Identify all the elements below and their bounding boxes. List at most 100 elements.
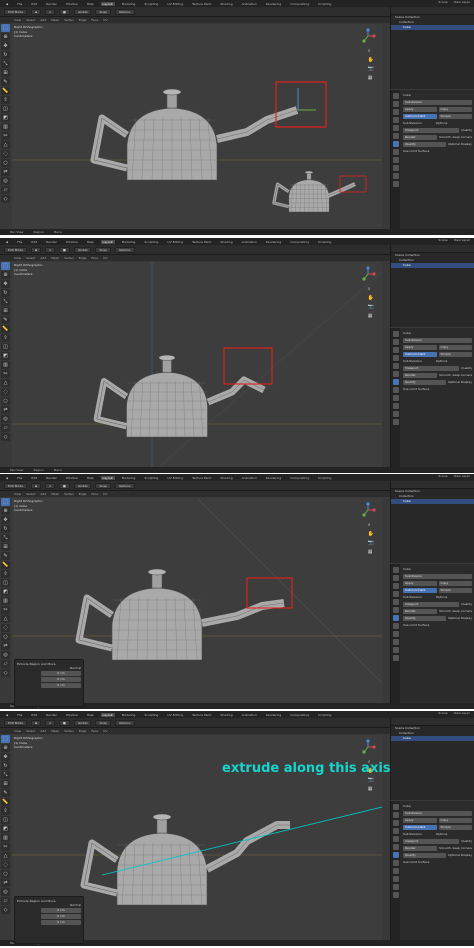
menu-uv[interactable]: UV	[103, 492, 107, 496]
loop-cut-icon[interactable]: ▥	[1, 361, 10, 369]
edge-select-icon[interactable]: ▫	[44, 719, 56, 726]
transform-icon[interactable]: ⊞	[1, 543, 10, 551]
mode-selector[interactable]: Edit Mode	[4, 246, 27, 253]
quality-field[interactable]: Quality	[403, 379, 447, 385]
edge-select-icon[interactable]: ▫	[44, 246, 56, 253]
workspace-tab-shading[interactable]: Shading	[218, 476, 234, 480]
apply-button[interactable]: Apply	[403, 817, 437, 823]
menu-render[interactable]: Render	[44, 713, 59, 717]
vertex-select-icon[interactable]: ▪	[30, 719, 41, 726]
menu-mesh[interactable]: Mesh	[51, 18, 59, 22]
orientation-selector[interactable]: Global	[73, 246, 92, 253]
mode-selector[interactable]: Edit Mode	[4, 482, 27, 489]
edge-slide-icon[interactable]: ⇌	[1, 168, 10, 176]
apply-button[interactable]: Apply	[403, 580, 437, 586]
menu-uv[interactable]: UV	[103, 729, 107, 733]
opt-optimal-display[interactable]: Optimal Display	[448, 380, 472, 384]
operator-orientation[interactable]: Normal	[17, 903, 81, 907]
move-icon[interactable]: ✥	[1, 516, 10, 524]
menu-file[interactable]: File	[15, 713, 24, 717]
world-tab-icon[interactable]	[392, 836, 399, 842]
world-tab-icon[interactable]	[392, 125, 399, 131]
material-tab-icon[interactable]	[392, 419, 399, 425]
workspace-tab-sculpting[interactable]: Sculpting	[142, 476, 160, 480]
pan-hand-icon[interactable]: ✋	[368, 295, 374, 301]
opt-optimal-display[interactable]: Optimal Display	[448, 616, 472, 620]
particles-tab-icon[interactable]	[392, 860, 399, 866]
extrude-icon[interactable]: ⇧	[1, 334, 10, 342]
shrink-icon[interactable]: ◎	[1, 415, 10, 423]
vertex-select-icon[interactable]: ▪	[30, 8, 41, 15]
smooth-icon[interactable]: ○	[1, 870, 10, 878]
cursor-icon[interactable]: ⊕	[1, 507, 10, 515]
workspace-tab-rendering[interactable]: Rendering	[264, 2, 283, 6]
grid-icon[interactable]: ▦	[368, 313, 374, 319]
poly-build-icon[interactable]: △	[1, 852, 10, 860]
workspace-tab-scripting[interactable]: Scripting	[316, 713, 333, 717]
poly-build-icon[interactable]: △	[1, 379, 10, 387]
scene-selector[interactable]: Scene	[438, 0, 447, 4]
bevel-icon[interactable]: ◩	[1, 352, 10, 360]
constraints-tab-icon[interactable]	[392, 639, 399, 645]
catmull-clark-button[interactable]: Catmull-Clark	[403, 351, 437, 357]
menu-edge[interactable]: Edge	[79, 18, 87, 22]
workspace-tab-rendering[interactable]: Rendering	[264, 240, 283, 244]
extrude-icon[interactable]: ⇧	[1, 570, 10, 578]
workspace-tab-compositing[interactable]: Compositing	[288, 240, 311, 244]
3d-viewport[interactable]: ⌕ ✋ 📷 ▦	[12, 262, 382, 473]
spin-icon[interactable]: ◌	[1, 388, 10, 396]
opt-limit-surface[interactable]: Use Limit Surface	[403, 387, 429, 391]
loop-cut-icon[interactable]: ▥	[1, 123, 10, 131]
apply-button[interactable]: Apply	[403, 344, 437, 350]
measure-icon[interactable]: 📏	[1, 798, 10, 806]
grid-icon[interactable]: ▦	[368, 786, 374, 792]
opt-optimal-display[interactable]: Optimal Display	[448, 853, 472, 857]
scale-icon[interactable]: ⤡	[1, 771, 10, 779]
workspace-tab-uv-editing[interactable]: UV Editing	[165, 2, 185, 6]
outliner-cube[interactable]: Cube	[391, 736, 474, 741]
menu-view[interactable]: View	[14, 492, 21, 496]
scale-icon[interactable]: ⤡	[1, 534, 10, 542]
move-z-field[interactable]: 0 cm	[41, 920, 81, 925]
select-box-icon[interactable]: ⬚	[1, 262, 10, 270]
spin-icon[interactable]: ◌	[1, 624, 10, 632]
menu-vertex[interactable]: Vertex	[64, 492, 74, 496]
catmull-clark-button[interactable]: Catmull-Clark	[403, 824, 437, 830]
navigation-gizmo[interactable]	[360, 28, 376, 44]
knife-icon[interactable]: ✂	[1, 132, 10, 140]
menu-help[interactable]: Help	[85, 2, 96, 6]
workspace-tab-uv-editing[interactable]: UV Editing	[165, 476, 185, 480]
menu-window[interactable]: Window	[64, 476, 80, 480]
modifier-name-field[interactable]: Subdivision	[403, 810, 472, 816]
menu-edge[interactable]: Edge	[79, 256, 87, 260]
menu-face[interactable]: Face	[91, 256, 98, 260]
view-layer-selector[interactable]: View Layer	[454, 238, 470, 242]
move-icon[interactable]: ✥	[1, 42, 10, 50]
quality-field[interactable]: Quality	[403, 852, 447, 858]
menu-face[interactable]: Face	[91, 18, 98, 22]
options-dropdown[interactable]: Options	[115, 246, 135, 253]
workspace-tab-shading[interactable]: Shading	[218, 240, 234, 244]
output-tab-icon[interactable]	[392, 820, 399, 826]
options-dropdown[interactable]: Options	[115, 482, 135, 489]
scene-tab-icon[interactable]	[392, 117, 399, 123]
edge-slide-icon[interactable]: ⇌	[1, 642, 10, 650]
measure-icon[interactable]: 📏	[1, 87, 10, 95]
face-select-icon[interactable]: ■	[59, 246, 70, 253]
snap-toggle[interactable]: Snap	[95, 482, 112, 489]
view-layer-selector[interactable]: View Layer	[454, 474, 470, 478]
extrude-icon[interactable]: ⇧	[1, 807, 10, 815]
workspace-tab-scripting[interactable]: Scripting	[316, 2, 333, 6]
modifier-wrench-icon[interactable]	[392, 379, 399, 385]
scale-icon[interactable]: ⤡	[1, 298, 10, 306]
face-select-icon[interactable]: ■	[59, 8, 70, 15]
opt-limit-surface[interactable]: Use Limit Surface	[403, 623, 429, 627]
workspace-tab-rendering[interactable]: Rendering	[264, 476, 283, 480]
face-select-icon[interactable]: ■	[59, 719, 70, 726]
move-x-field[interactable]: 0 cm	[41, 908, 81, 913]
menu-add[interactable]: Add	[40, 18, 46, 22]
object-tab-icon[interactable]	[392, 133, 399, 139]
simple-button[interactable]: Simple	[438, 113, 472, 119]
constraints-tab-icon[interactable]	[392, 165, 399, 171]
data-tab-icon[interactable]	[392, 173, 399, 179]
